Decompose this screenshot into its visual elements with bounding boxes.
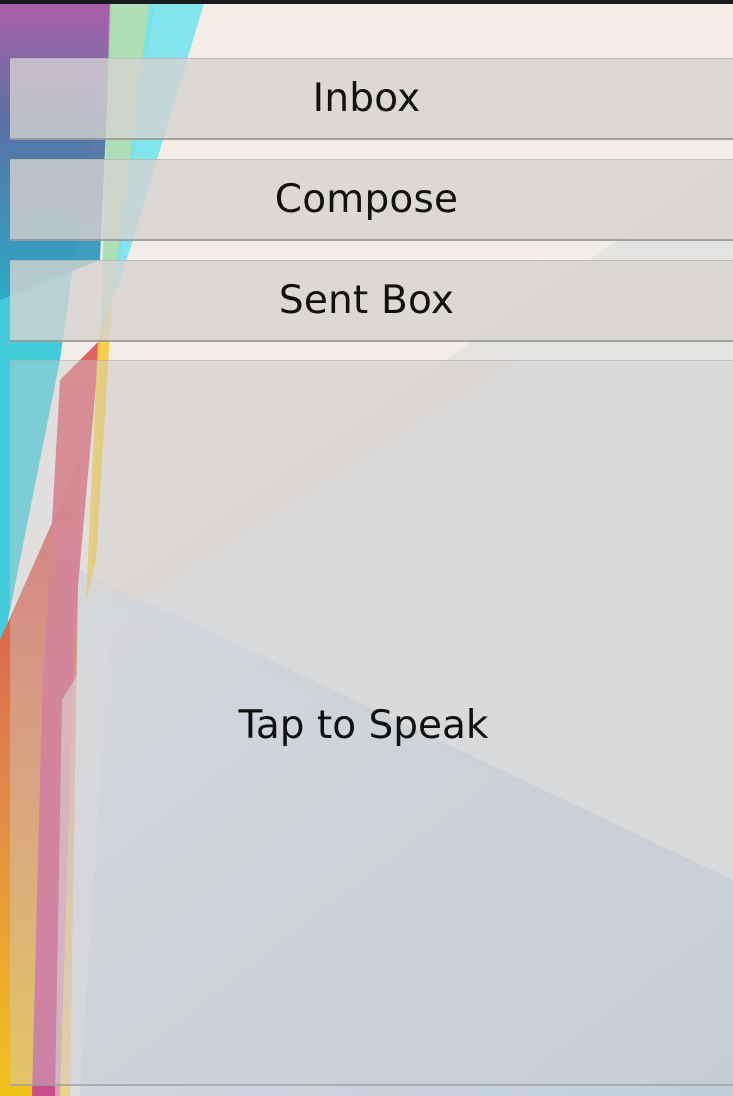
tap-to-speak-container: Tap to Speak [10, 703, 733, 748]
status-bar-edge [0, 0, 733, 4]
inbox-button-label: Inbox [312, 76, 421, 121]
tap-to-speak-label: Tap to Speak [238, 703, 489, 748]
tap-to-speak-button[interactable]: Tap to Speak [10, 360, 733, 1086]
compose-button[interactable]: Compose [10, 159, 733, 241]
sent-box-button[interactable]: Sent Box [10, 260, 733, 342]
sent-box-button-label: Sent Box [278, 278, 455, 323]
inbox-button[interactable]: Inbox [10, 58, 733, 140]
compose-button-label: Compose [274, 177, 459, 222]
